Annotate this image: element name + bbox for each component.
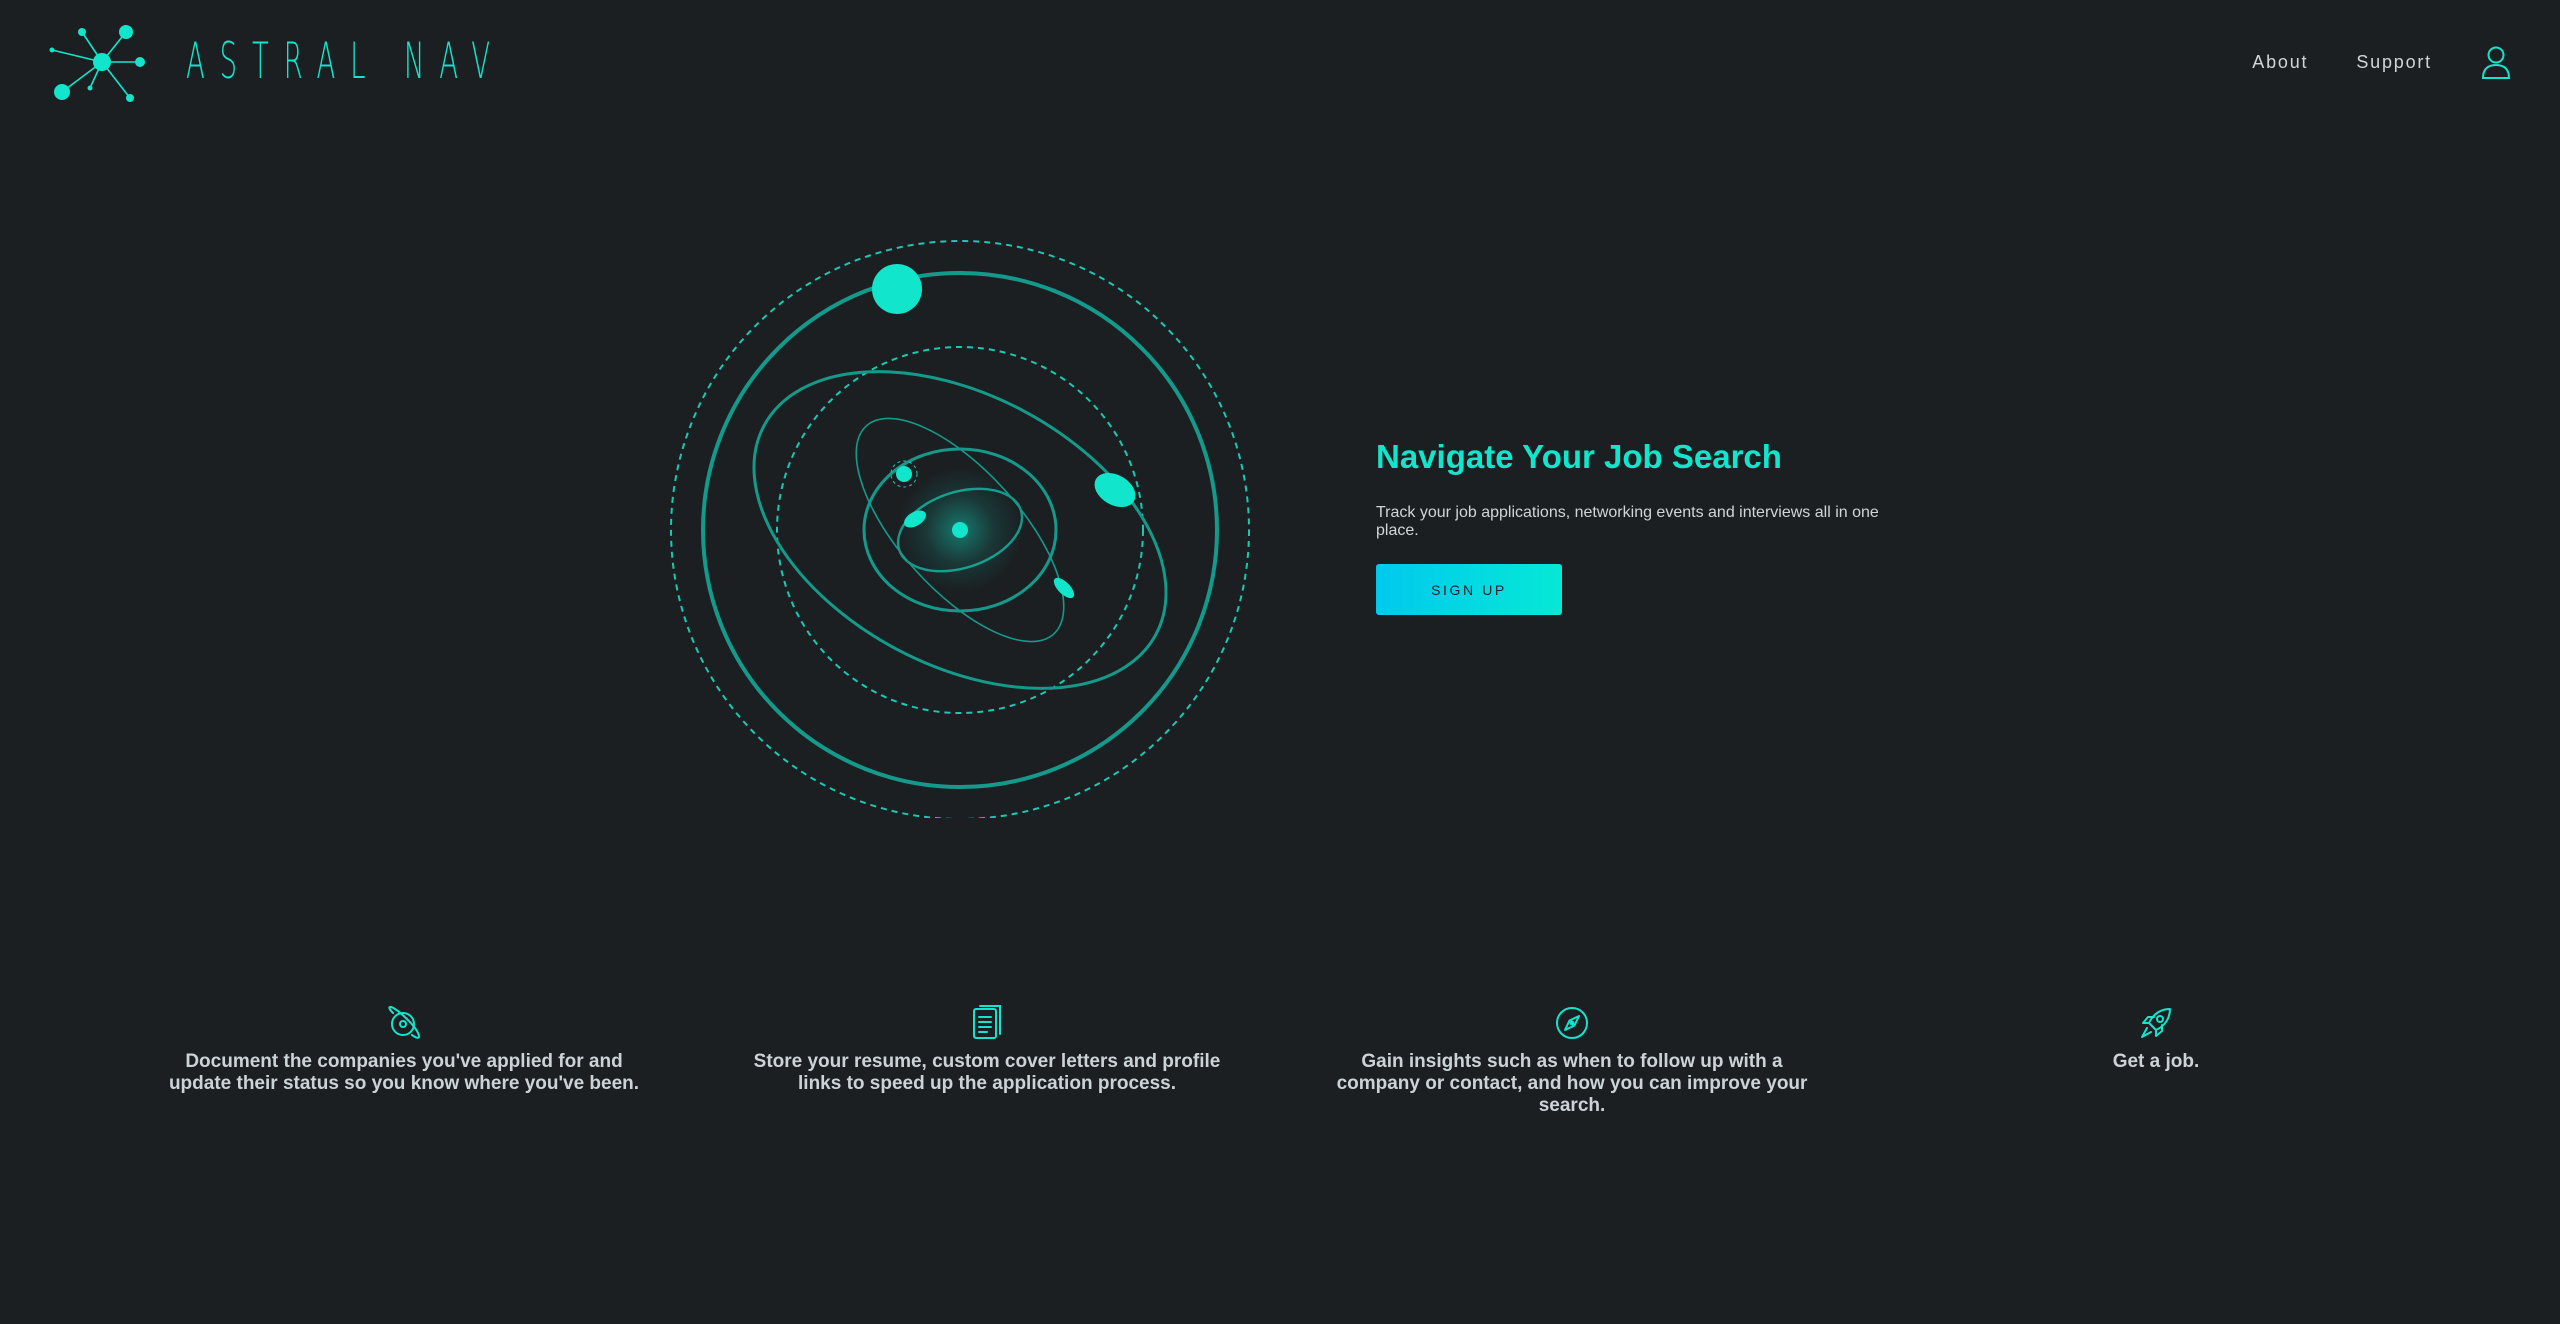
planet-large [872, 264, 922, 314]
planet-lower [1053, 577, 1075, 599]
landing-page: ASTRAL NAV About Support Navigate Your J… [0, 0, 2560, 1324]
planet-icon [388, 1005, 421, 1039]
feature-text: Store your resume, custom cover letters … [753, 1051, 1221, 1094]
user-account-icon[interactable] [2478, 44, 2514, 80]
feature-item: Document the companies you've applied fo… [154, 1004, 654, 1095]
nav-about-link[interactable]: About [2252, 44, 2308, 80]
brand-wordmark[interactable]: ASTRAL NAV [186, 30, 505, 92]
nav-support-link[interactable]: Support [2356, 44, 2432, 80]
feature-item: Get a job. [1906, 1004, 2406, 1073]
moon-planet [896, 466, 912, 482]
constellation-logo-icon[interactable] [46, 22, 154, 108]
rocket-icon [2141, 1008, 2171, 1038]
top-nav: About Support [2252, 44, 2514, 80]
feature-item: Store your resume, custom cover letters … [737, 1004, 1237, 1095]
document-icon [973, 1005, 1001, 1039]
feature-text: Get a job. [2112, 1051, 2200, 1072]
feature-item: Gain insights such as when to follow up … [1322, 1004, 1822, 1117]
sign-up-button[interactable]: SIGN UP [1376, 564, 1562, 615]
orbit-illustration [670, 240, 1250, 818]
core-star [952, 522, 968, 538]
compass-icon [1556, 1007, 1588, 1039]
hero-subtitle: Track your job applications, networking … [1376, 504, 1879, 539]
feature-text: Document the companies you've applied fo… [168, 1051, 640, 1094]
feature-text: Gain insights such as when to follow up … [1336, 1051, 1808, 1116]
hero-title: Navigate Your Job Search [1376, 438, 1782, 475]
hero-section: Navigate Your Job Search Track your job … [1376, 434, 1896, 615]
